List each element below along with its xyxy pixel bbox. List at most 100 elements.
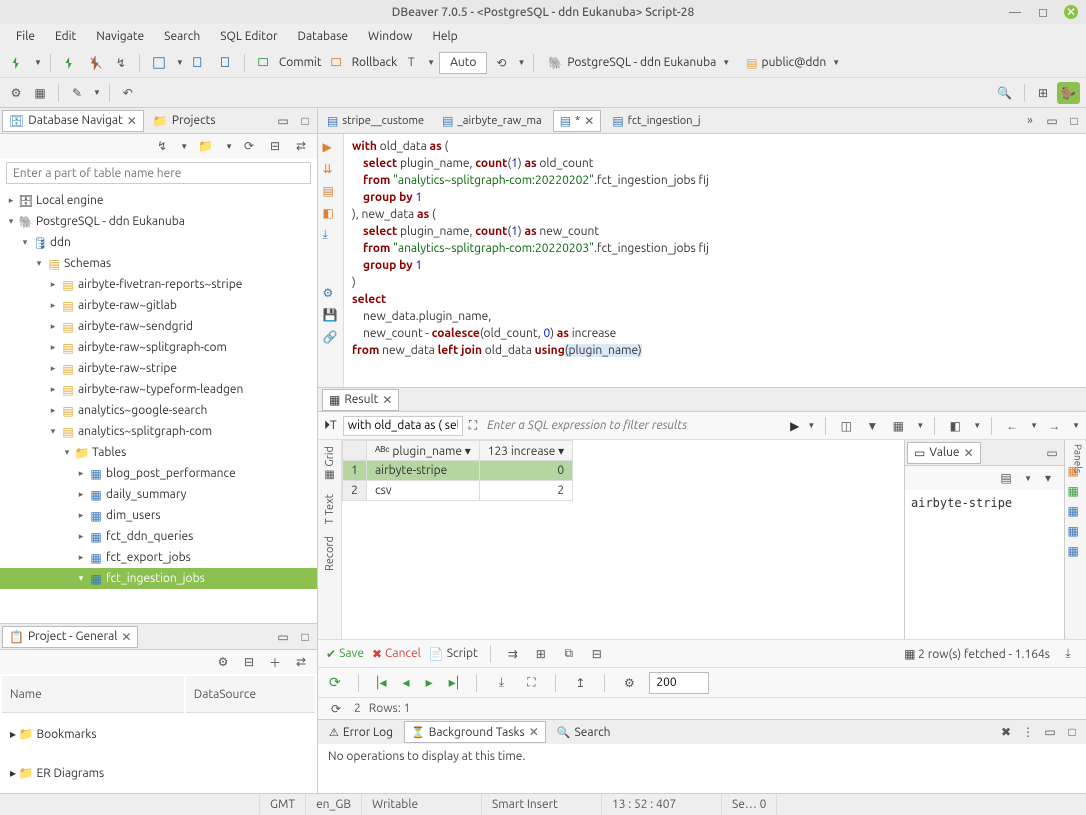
tree-node[interactable]: ▸▦dim_users (0, 505, 317, 526)
tree-node[interactable]: ▾▤Schemas (0, 253, 317, 274)
tree-node[interactable]: ▸▦fct_export_jobs (0, 547, 317, 568)
database-tree[interactable]: ▸🗄Local engine▾🐘PostgreSQL - ddn Eukanub… (0, 188, 317, 623)
menu-sql-editor[interactable]: SQL Editor (212, 28, 285, 45)
query-preview-icon[interactable]: ⏵T (324, 419, 337, 433)
close-icon[interactable]: ✕ (127, 114, 137, 128)
explain-icon[interactable]: ◧ (323, 206, 339, 222)
edit-row-icon[interactable]: ⇉ (503, 643, 523, 665)
execute-script-icon[interactable]: ⇊ (323, 162, 339, 178)
text-mode[interactable]: T Text (324, 488, 336, 530)
minimize-icon[interactable]: ▭ (1040, 721, 1060, 743)
panel-icon[interactable]: ▦ (1068, 524, 1084, 540)
filter-expression-input[interactable] (483, 416, 784, 436)
add-row-icon[interactable]: ⊞ (531, 643, 551, 665)
menu-edit[interactable]: Edit (47, 28, 84, 45)
maximize-icon[interactable]: □ (1062, 721, 1082, 743)
erase-icon[interactable]: ◫ (836, 415, 856, 437)
close-icon[interactable]: ✕ (529, 725, 539, 739)
value-tab[interactable]: ▭ Value ✕ (907, 442, 981, 464)
menu-database[interactable]: Database (290, 28, 357, 45)
menu-icon[interactable]: ⋮ (1018, 721, 1038, 743)
link-icon[interactable]: ⇄ (291, 135, 311, 157)
gear-icon[interactable]: ⚙ (619, 672, 639, 694)
first-icon[interactable]: |◂ (373, 674, 390, 691)
apply-filter-icon[interactable]: ▶ (790, 419, 799, 433)
sql-editor-icon[interactable] (148, 52, 170, 74)
last-icon[interactable]: ▸| (446, 674, 463, 691)
dropdown-icon[interactable]: ▼ (34, 58, 42, 67)
tree-node[interactable]: ▸▤analytics~google-search (0, 400, 317, 421)
background-tasks-tab[interactable]: ⏳ Background Tasks ✕ (404, 721, 546, 743)
reexec-icon[interactable]: ⟳ (326, 698, 346, 720)
sql-editor[interactable]: with old_data as ( select plugin_name, c… (344, 134, 1086, 387)
schema-selector[interactable]: ▤ public@ddn ▼ (740, 56, 846, 70)
project-tab[interactable]: 📋 Project - General ✕ (2, 626, 138, 648)
menu-help[interactable]: Help (425, 28, 466, 45)
query-preview[interactable] (343, 416, 463, 436)
script-button[interactable]: 📄 Script (429, 647, 478, 661)
error-log-tab[interactable]: ⚠ Error Log (322, 722, 400, 743)
fetch-all-icon[interactable]: ⛶ (521, 672, 541, 694)
rollback-label[interactable]: Rollback (352, 56, 398, 69)
tree-node[interactable]: ▸▤airbyte-raw~stripe (0, 358, 317, 379)
tree-node[interactable]: ▸▤airbyte-raw~splitgraph-com (0, 337, 317, 358)
value-menu-icon[interactable]: ▾ (1038, 467, 1058, 489)
search-icon[interactable]: 🔍 (993, 82, 1016, 104)
close-icon[interactable]: ✕ (121, 630, 131, 644)
link-icon[interactable]: 🔗 (323, 330, 339, 346)
page-size-input[interactable] (649, 672, 709, 694)
tree-node[interactable]: ▾▦fct_ingestion_jobs (0, 568, 317, 589)
perspective-icon[interactable]: ⊞ (1033, 82, 1053, 104)
column-header[interactable]: 123 increase ▾ (479, 441, 572, 461)
connect-icon[interactable] (59, 52, 81, 74)
editor-tab[interactable]: ▤ *✕ (553, 110, 602, 132)
tree-node[interactable]: ▸▦daily_summary (0, 484, 317, 505)
fetch-next-icon[interactable]: ⤓ (491, 672, 511, 694)
tree-node[interactable]: ▸▦blog_post_performance (0, 463, 317, 484)
filter-icon[interactable]: ▼ (862, 415, 882, 437)
gear-icon[interactable]: ⚙ (323, 286, 339, 302)
minimize-icon[interactable]: ▭ (273, 110, 293, 132)
disconnect-icon[interactable] (85, 52, 107, 74)
add-icon[interactable]: ＋ (265, 651, 285, 673)
new-conn-icon[interactable]: ↯ (152, 135, 172, 157)
prev-icon[interactable]: ◂ (400, 674, 413, 691)
close-icon[interactable]: ✕ (382, 393, 392, 407)
del-row-icon[interactable]: ⊟ (587, 643, 607, 665)
new-connection-icon[interactable] (6, 52, 28, 74)
panel-icon[interactable]: ▦ (1068, 544, 1084, 560)
export-icon[interactable]: ⤓ (1058, 643, 1078, 665)
results-grid[interactable]: ᴬᴮᶜ plugin_name ▾123 increase ▾1airbyte-… (342, 440, 904, 639)
expand-icon[interactable]: ⛶ (469, 419, 477, 433)
gear-icon[interactable]: ⚙ (213, 651, 233, 673)
minimize-icon[interactable]: ▭ (1042, 442, 1062, 464)
save-filter-icon[interactable]: ▦ (888, 415, 908, 437)
driver-manager-icon[interactable]: ⚙ (6, 82, 26, 104)
tree-node[interactable]: ▸▤airbyte-raw~sendgrid (0, 316, 317, 337)
recent-sql-icon[interactable] (214, 52, 236, 74)
tree-filter-input[interactable] (6, 162, 311, 184)
minimize-icon[interactable]: ▭ (1042, 110, 1062, 132)
refresh-icon[interactable]: ⟳ (239, 135, 259, 157)
commit-button[interactable] (253, 52, 275, 74)
new-sql-icon[interactable] (188, 52, 210, 74)
save-icon[interactable]: 💾 (323, 308, 339, 324)
edit-icon[interactable]: ✎ (67, 82, 87, 104)
tree-node[interactable]: ▸▤airbyte-raw~typeform-leadgen (0, 379, 317, 400)
close-icon[interactable]: ✕ (964, 446, 974, 460)
record-mode[interactable]: Record (324, 530, 336, 577)
next-icon[interactable]: ▸ (423, 674, 436, 691)
save-button[interactable]: ✔ Save (326, 647, 364, 661)
search-tab[interactable]: 🔍 Search (550, 722, 618, 743)
column-header[interactable]: ᴬᴮᶜ plugin_name ▾ (367, 441, 480, 461)
back-arrow-icon[interactable]: ← (1002, 415, 1022, 437)
menu-window[interactable]: Window (360, 28, 420, 45)
export-result-icon[interactable]: ↥ (570, 672, 590, 694)
new-folder-icon[interactable]: 📁 (194, 135, 217, 157)
panel-icon[interactable]: ▦ (1068, 484, 1084, 500)
editor-tab[interactable]: ▤ fct_ingestion_j (605, 110, 707, 132)
back-icon[interactable]: ↶ (118, 82, 138, 104)
tree-node[interactable]: ▾🐘PostgreSQL - ddn Eukanuba (0, 211, 317, 232)
tree-node[interactable]: ▾📁Tables (0, 442, 317, 463)
export-icon[interactable]: ⤓ (323, 228, 339, 244)
